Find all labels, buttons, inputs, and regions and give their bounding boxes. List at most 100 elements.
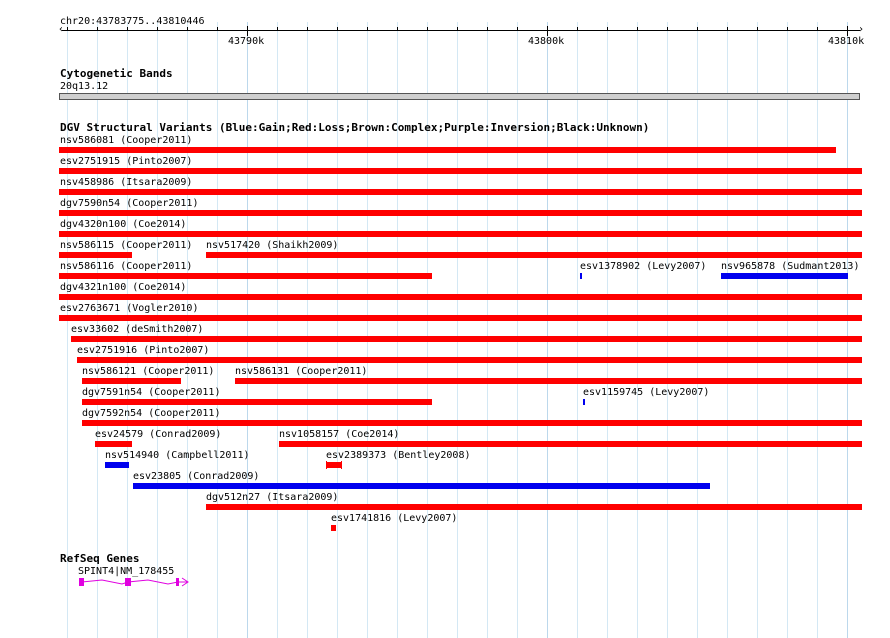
grid-line <box>247 22 248 638</box>
variant-label[interactable]: esv1741816 (Levy2007) <box>331 513 457 524</box>
gene-exon <box>125 578 131 586</box>
grid-line <box>607 22 608 638</box>
grid-line <box>337 22 338 638</box>
grid-line <box>397 22 398 638</box>
variant-bar-loss[interactable] <box>59 189 862 195</box>
grid-line <box>427 22 428 638</box>
ruler-minor-tick <box>487 27 488 31</box>
variant-label[interactable]: dgv7590n54 (Cooper2011) <box>60 198 198 209</box>
variant-bar-loss[interactable] <box>71 336 862 342</box>
grid-line <box>547 22 548 638</box>
variant-label[interactable]: dgv512n27 (Itsara2009) <box>206 492 338 503</box>
variant-bar-bracket <box>326 461 327 469</box>
ruler-line <box>62 30 860 31</box>
variant-bar-loss[interactable] <box>206 252 862 258</box>
variant-bar-loss[interactable] <box>82 420 862 426</box>
variant-label[interactable]: nsv586081 (Cooper2011) <box>60 135 192 146</box>
grid-line <box>577 22 578 638</box>
variant-bar-loss[interactable] <box>59 252 132 258</box>
grid-line <box>217 22 218 638</box>
grid-line <box>757 22 758 638</box>
variant-bar-gain[interactable] <box>721 273 848 279</box>
variant-label[interactable]: esv33602 (deSmith2007) <box>71 324 203 335</box>
variant-bar-loss[interactable] <box>235 378 862 384</box>
variant-bar-gain[interactable] <box>580 273 582 279</box>
variant-label[interactable]: esv24579 (Conrad2009) <box>95 429 221 440</box>
variant-label[interactable]: nsv586115 (Cooper2011) <box>60 240 192 251</box>
ruler-minor-tick <box>427 27 428 31</box>
grid-line <box>457 22 458 638</box>
ruler-minor-tick <box>367 27 368 31</box>
ruler-minor-tick <box>637 27 638 31</box>
ruler-minor-tick <box>817 27 818 31</box>
variant-bar-loss[interactable] <box>279 441 862 447</box>
variant-bar-loss[interactable] <box>59 231 862 237</box>
ruler-minor-tick <box>397 27 398 31</box>
ruler-minor-tick <box>787 27 788 31</box>
ruler-minor-tick <box>517 27 518 31</box>
variant-bar-loss[interactable] <box>326 462 342 468</box>
gene-intron-lines <box>81 577 189 587</box>
variant-bar-loss[interactable] <box>331 525 336 531</box>
region-label: chr20:43783775..43810446 <box>60 16 205 27</box>
variant-label[interactable]: nsv586131 (Cooper2011) <box>235 366 367 377</box>
ruler-minor-tick <box>457 27 458 31</box>
variant-bar-loss[interactable] <box>82 378 181 384</box>
cytoband-bar[interactable] <box>59 93 860 100</box>
variant-bar-gain[interactable] <box>583 399 585 405</box>
grid-line <box>307 22 308 638</box>
variant-label[interactable]: dgv7591n54 (Cooper2011) <box>82 387 220 398</box>
ruler-minor-tick <box>577 27 578 31</box>
variant-label[interactable]: nsv586121 (Cooper2011) <box>82 366 214 377</box>
variant-bar-loss[interactable] <box>59 168 862 174</box>
variant-label[interactable]: nsv1058157 (Coe2014) <box>279 429 399 440</box>
ruler-minor-tick <box>727 27 728 31</box>
variant-label[interactable]: esv2389373 (Bentley2008) <box>326 450 471 461</box>
variant-label[interactable]: nsv517420 (Shaikh2009) <box>206 240 338 251</box>
scroll-right-arrow-icon[interactable]: › <box>858 25 864 35</box>
cytoband-track-title: Cytogenetic Bands <box>60 67 173 80</box>
variant-label[interactable]: dgv7592n54 (Cooper2011) <box>82 408 220 419</box>
gene-exon <box>176 578 179 586</box>
grid-line <box>277 22 278 638</box>
variant-bar-gain[interactable] <box>133 483 710 489</box>
variant-bar-loss[interactable] <box>206 504 862 510</box>
variant-label[interactable]: nsv514940 (Campbell2011) <box>105 450 250 461</box>
variant-bar-loss[interactable] <box>82 399 432 405</box>
variant-bar-loss[interactable] <box>59 273 432 279</box>
variant-label[interactable]: esv23805 (Conrad2009) <box>133 471 259 482</box>
variant-label[interactable]: nsv965878 (Sudmant2013) <box>721 261 859 272</box>
ruler-major-tick <box>547 26 548 36</box>
ruler-minor-tick <box>307 27 308 31</box>
tick-label-43810k: 43810k <box>828 36 865 47</box>
variant-label[interactable]: esv2751916 (Pinto2007) <box>77 345 209 356</box>
variant-bar-bracket <box>341 461 342 469</box>
variant-label[interactable]: esv2763671 (Vogler2010) <box>60 303 198 314</box>
grid-line <box>697 22 698 638</box>
variant-label[interactable]: esv1378902 (Levy2007) <box>580 261 706 272</box>
ruler-major-tick <box>847 26 848 36</box>
variant-bar-loss[interactable] <box>59 147 836 153</box>
ruler-minor-tick <box>277 27 278 31</box>
variant-bar-loss[interactable] <box>59 210 862 216</box>
variant-bar-loss[interactable] <box>95 441 132 447</box>
variant-label[interactable]: dgv4320n100 (Coe2014) <box>60 219 186 230</box>
variant-bar-gain[interactable] <box>105 462 129 468</box>
variant-label[interactable]: esv2751915 (Pinto2007) <box>60 156 192 167</box>
grid-line <box>787 22 788 638</box>
variant-bar-loss[interactable] <box>77 357 862 363</box>
variant-label[interactable]: nsv586116 (Cooper2011) <box>60 261 192 272</box>
variant-bar-loss[interactable] <box>59 315 862 321</box>
grid-line <box>367 22 368 638</box>
variant-label[interactable]: nsv458986 (Itsara2009) <box>60 177 192 188</box>
ruler-minor-tick <box>337 27 338 31</box>
ruler-minor-tick <box>187 27 188 31</box>
ruler-minor-tick <box>607 27 608 31</box>
refseq-track-title: RefSeq Genes <box>60 552 140 565</box>
ruler-minor-tick <box>97 27 98 31</box>
variant-bar-loss[interactable] <box>59 294 862 300</box>
variant-label[interactable]: esv1159745 (Levy2007) <box>583 387 709 398</box>
ruler-minor-tick <box>67 27 68 31</box>
ruler-minor-tick <box>217 27 218 31</box>
variant-label[interactable]: dgv4321n100 (Coe2014) <box>60 282 186 293</box>
